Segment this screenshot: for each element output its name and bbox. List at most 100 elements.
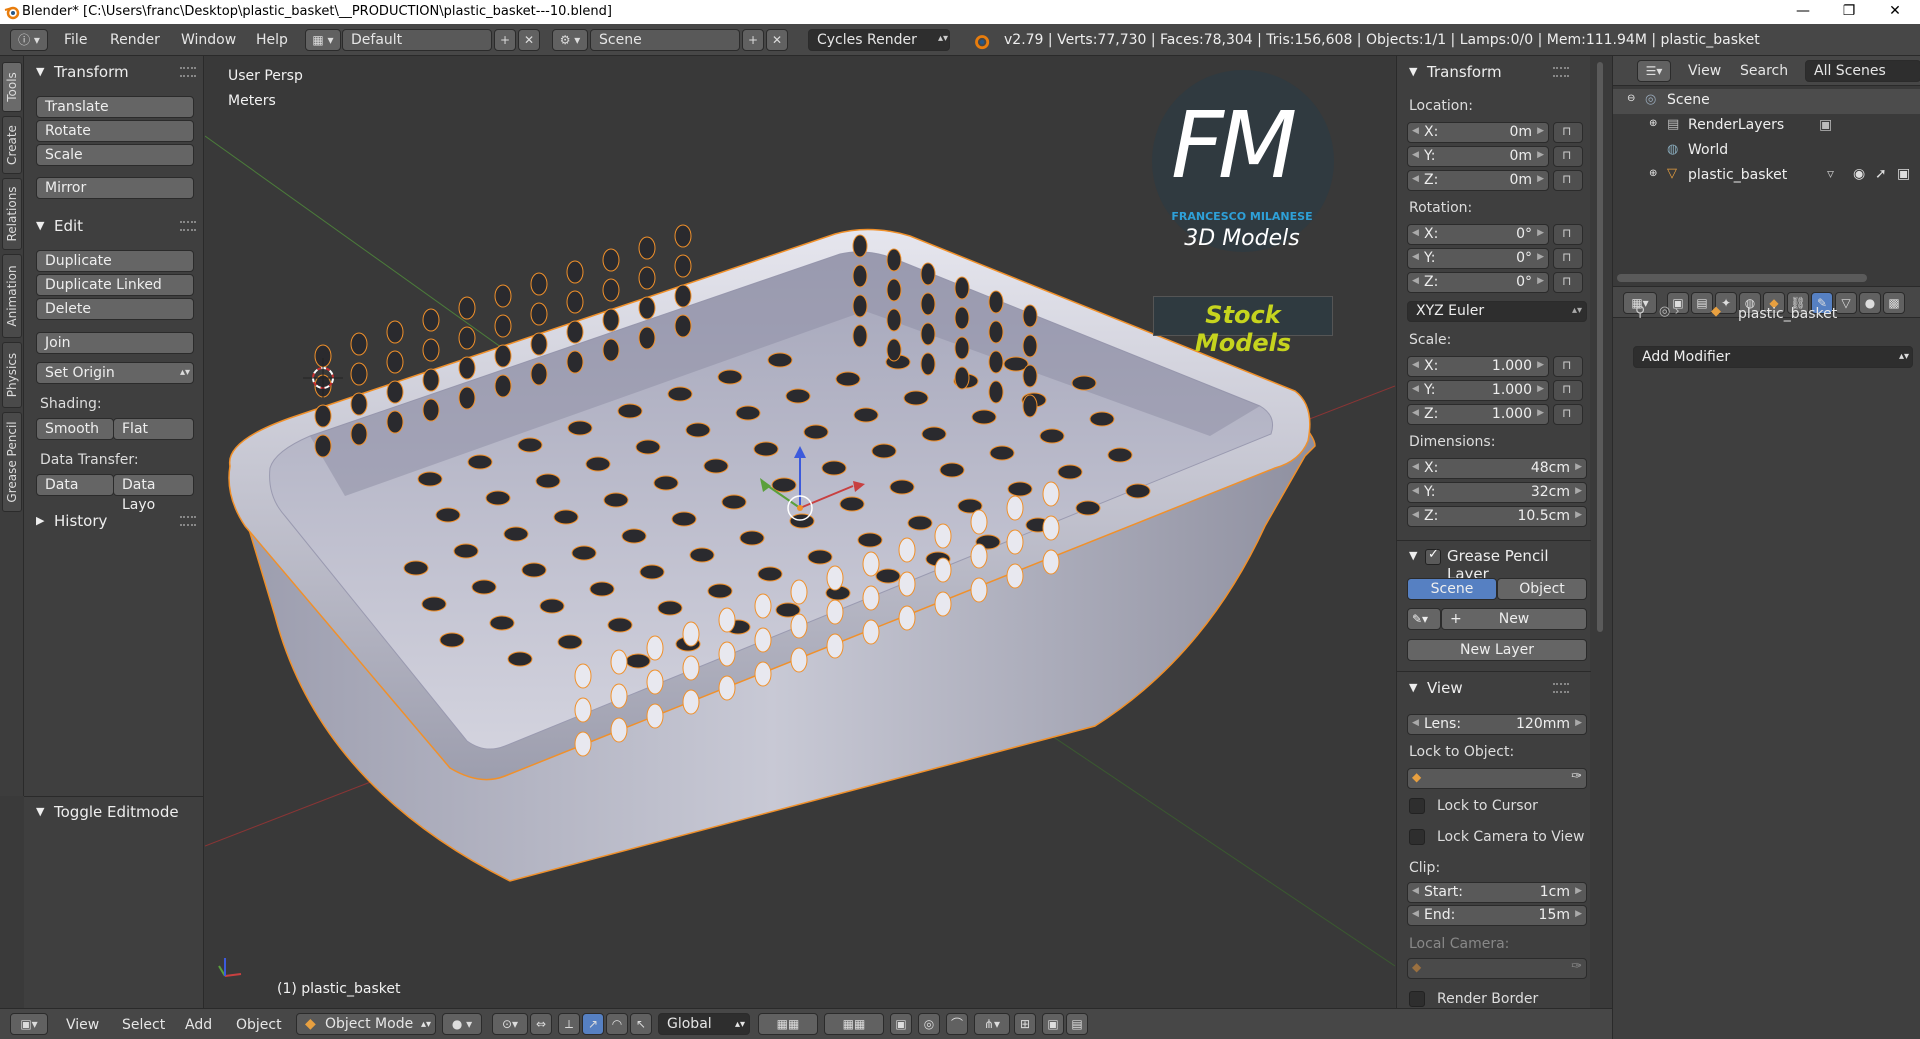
increment-arrow-icon[interactable]: ▶	[1537, 174, 1544, 184]
rotation-x-field[interactable]: ◀ X: 0° ▶	[1407, 224, 1549, 245]
join-button[interactable]: Join	[36, 332, 194, 354]
editor-type-3d-icon[interactable]: ▣▾	[10, 1013, 48, 1035]
data-layout-button[interactable]: Data Layo	[113, 474, 194, 513]
decrement-arrow-icon[interactable]: ◀	[1412, 150, 1419, 160]
lock-object-field[interactable]: ◆ ✑	[1407, 768, 1587, 789]
translate-manipulator-icon[interactable]: ⟂	[558, 1013, 580, 1035]
lock-to-cursor-checkbox[interactable]	[1409, 798, 1425, 814]
rotation-mode-select[interactable]: XYZ Euler ▴▾	[1407, 301, 1587, 322]
menu-help[interactable]: Help	[256, 32, 288, 48]
lock-icon[interactable]: ⊓	[1553, 146, 1583, 167]
increment-arrow-icon[interactable]: ▶	[1575, 909, 1582, 919]
rotate-mode-icon[interactable]: ◠	[606, 1013, 628, 1035]
render-layers-tab-icon[interactable]: ▤	[1691, 292, 1713, 314]
location-z-field[interactable]: ◀ Z: 0m ▶	[1407, 170, 1549, 191]
increment-arrow-icon[interactable]: ▶	[1575, 718, 1582, 728]
panel-grip-icon[interactable]	[180, 221, 196, 231]
editor-type-info-icon[interactable]: ⓘ ▾	[10, 29, 48, 51]
render-camera-icon[interactable]: ▣	[1897, 166, 1910, 182]
increment-arrow-icon[interactable]: ▶	[1537, 228, 1544, 238]
menu-view[interactable]: View	[66, 1017, 99, 1033]
decrement-arrow-icon[interactable]: ◀	[1412, 276, 1419, 286]
scene-field[interactable]: Scene	[590, 29, 740, 51]
orientation-select[interactable]: Global ▴▾	[658, 1013, 750, 1035]
gp-scene-tab[interactable]: Scene	[1407, 578, 1497, 600]
lock-layers-icon[interactable]: ▣	[890, 1013, 912, 1035]
gp-object-tab[interactable]: Object	[1497, 578, 1587, 600]
scale-z-field[interactable]: ◀ Z: 1.000 ▶	[1407, 404, 1549, 425]
lock-camera-checkbox[interactable]	[1409, 829, 1425, 845]
dimension-y-field[interactable]: ◀ Y: 32cm ▶	[1407, 482, 1587, 503]
lock-icon[interactable]: ⊓	[1553, 248, 1583, 269]
renderlayer-toggle-icon[interactable]: ▣	[1819, 117, 1832, 133]
lock-icon[interactable]: ⊓	[1553, 122, 1583, 143]
eyedropper-icon[interactable]: ✑	[1571, 769, 1582, 784]
decrement-arrow-icon[interactable]: ◀	[1412, 510, 1419, 520]
decrement-arrow-icon[interactable]: ◀	[1412, 408, 1419, 418]
tab-tools[interactable]: Tools	[2, 62, 22, 112]
scale-x-field[interactable]: ◀ X: 1.000 ▶	[1407, 356, 1549, 377]
maximize-button[interactable]: ❐	[1826, 0, 1872, 24]
outliner-row-world[interactable]: ◍ World	[1613, 139, 1920, 164]
transform-panel-header[interactable]: ▼ Transform	[24, 60, 204, 86]
translate-button[interactable]: Translate	[36, 96, 194, 118]
mode-select[interactable]: ◆ Object Mode ▴▾	[296, 1013, 436, 1035]
decrement-arrow-icon[interactable]: ◀	[1412, 886, 1419, 896]
location-y-field[interactable]: ◀ Y: 0m ▶	[1407, 146, 1549, 167]
decrement-arrow-icon[interactable]: ◀	[1412, 228, 1419, 238]
layers-grid-right-icon[interactable]: ▦▦	[824, 1013, 884, 1035]
decrement-arrow-icon[interactable]: ◀	[1412, 486, 1419, 496]
add-layout-icon[interactable]: +	[494, 29, 516, 51]
minimize-button[interactable]: —	[1780, 0, 1826, 24]
clip-end-field[interactable]: ◀ End: 15m ▶	[1407, 905, 1587, 926]
mirror-button[interactable]: Mirror	[36, 177, 194, 199]
decrement-arrow-icon[interactable]: ◀	[1412, 909, 1419, 919]
menu-select[interactable]: Select	[122, 1017, 165, 1033]
set-origin-select[interactable]: Set Origin	[36, 362, 194, 384]
outliner-search-menu[interactable]: Search	[1740, 63, 1788, 79]
lock-icon[interactable]: ⊓	[1553, 272, 1583, 293]
edit-panel-header[interactable]: ▼ Edit	[24, 214, 204, 240]
snap-element-icon[interactable]: ⋔▾	[974, 1013, 1010, 1035]
scale-y-field[interactable]: ◀ Y: 1.000 ▶	[1407, 380, 1549, 401]
data-tab-icon[interactable]: ▽	[1835, 292, 1857, 314]
menu-file[interactable]: File	[64, 32, 87, 48]
menu-window[interactable]: Window	[181, 32, 236, 48]
decrement-arrow-icon[interactable]: ◀	[1412, 462, 1419, 472]
remove-scene-icon[interactable]: ✕	[766, 29, 788, 51]
increment-arrow-icon[interactable]: ▶	[1575, 486, 1582, 496]
properties-scrollbar[interactable]	[1597, 62, 1603, 632]
render-engine-select[interactable]: Cycles Render	[808, 29, 950, 51]
dimension-x-field[interactable]: ◀ X: 48cm ▶	[1407, 458, 1587, 479]
history-panel-header[interactable]: ▶ History	[24, 509, 204, 535]
expand-icon[interactable]: ⊕	[1649, 168, 1657, 179]
clip-start-field[interactable]: ◀ Start: 1cm ▶	[1407, 882, 1587, 903]
lock-icon[interactable]: ⊓	[1553, 404, 1583, 425]
translate-mode-icon[interactable]: ↗	[582, 1013, 604, 1035]
panel-grip-icon[interactable]	[180, 516, 196, 526]
screen-layout-icon[interactable]: ▦ ▾	[305, 29, 341, 51]
grease-pencil-enable-checkbox[interactable]: ✓	[1425, 547, 1441, 565]
increment-arrow-icon[interactable]: ▶	[1537, 360, 1544, 370]
manipulator-toggle-icon[interactable]: ⇔	[530, 1013, 552, 1035]
decrement-arrow-icon[interactable]: ◀	[1412, 718, 1419, 728]
3d-cursor-icon[interactable]	[303, 358, 343, 398]
increment-arrow-icon[interactable]: ▶	[1537, 408, 1544, 418]
proportional-edit-icon[interactable]: ◎	[918, 1013, 940, 1035]
pencil-icon[interactable]: ✎▾	[1407, 608, 1441, 630]
menu-add[interactable]: Add	[185, 1017, 212, 1033]
panel-grip-icon[interactable]	[1553, 683, 1569, 693]
lock-icon[interactable]: ⊓	[1553, 356, 1583, 377]
menu-object[interactable]: Object	[236, 1017, 282, 1033]
increment-arrow-icon[interactable]: ▶	[1575, 510, 1582, 520]
scale-mode-icon[interactable]: ↖	[630, 1013, 652, 1035]
scale-button[interactable]: Scale	[36, 144, 194, 166]
opengl-render-icon[interactable]: ▣	[1042, 1013, 1064, 1035]
duplicate-button[interactable]: Duplicate	[36, 250, 194, 272]
material-tab-icon[interactable]: ●	[1859, 292, 1881, 314]
decrement-arrow-icon[interactable]: ◀	[1412, 174, 1419, 184]
transform-properties-header[interactable]: ▼ Transform	[1397, 60, 1577, 86]
dimension-z-field[interactable]: ◀ Z: 10.5cm ▶	[1407, 506, 1587, 527]
outliner-horizontal-scrollbar[interactable]	[1617, 274, 1867, 282]
gp-new-layer-button[interactable]: New Layer	[1407, 639, 1587, 661]
